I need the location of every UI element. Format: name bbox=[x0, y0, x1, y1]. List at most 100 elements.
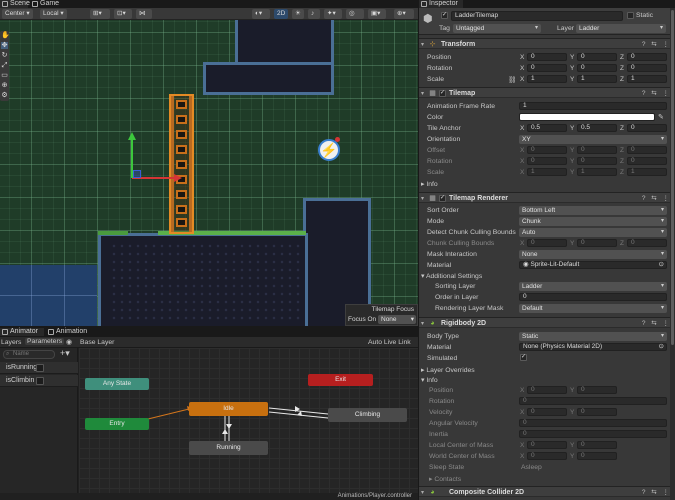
state-any-state[interactable]: Any State bbox=[85, 378, 149, 390]
static-checkbox[interactable] bbox=[627, 12, 634, 19]
object-name-field[interactable]: LadderTilemap bbox=[451, 11, 623, 21]
rigidbody-header[interactable]: ▾ ◕ Rigidbody 2D ? ⇆ ⋮ bbox=[419, 317, 675, 328]
component-menu-icon[interactable]: ? ⇆ ⋮ bbox=[642, 194, 671, 202]
active-checkbox[interactable]: ✓ bbox=[441, 12, 448, 19]
effects-toggle-icon[interactable]: ✦▾ bbox=[324, 9, 342, 19]
tab-game[interactable]: Game bbox=[30, 0, 66, 8]
color-swatch[interactable] bbox=[519, 113, 655, 121]
parameter-row[interactable]: isClimbin bbox=[0, 375, 78, 387]
move-icon[interactable]: ✥ bbox=[1, 42, 8, 49]
sort-order-dropdown[interactable]: Bottom Left ▾ bbox=[519, 206, 667, 215]
parameters-tab[interactable]: Parameters bbox=[25, 338, 65, 345]
anchor-x-field[interactable]: 0.5 bbox=[527, 124, 567, 132]
collapse-arrow-icon[interactable]: ▾ bbox=[421, 320, 424, 327]
mode-2d-button[interactable]: 2D bbox=[274, 9, 288, 19]
position-z-field[interactable]: 0 bbox=[627, 53, 667, 61]
hidden-objects-icon[interactable]: ◎ bbox=[346, 9, 364, 19]
state-exit[interactable]: Exit bbox=[308, 374, 373, 386]
custom-tool-icon[interactable]: ⚙ bbox=[1, 92, 8, 99]
parameter-checkbox[interactable] bbox=[36, 377, 44, 385]
auto-live-link-toggle[interactable]: Auto Live Link bbox=[368, 339, 411, 346]
sorting-layer-dropdown[interactable]: Ladder ▾ bbox=[519, 282, 667, 291]
tab-animator[interactable]: Animator bbox=[0, 328, 44, 336]
rotation-z-field[interactable]: 0 bbox=[627, 64, 667, 72]
orientation-dropdown[interactable]: XY ▾ bbox=[519, 135, 667, 144]
rb-material-field[interactable]: None (Physics Material 2D) ⊙ bbox=[519, 343, 667, 351]
scale-icon[interactable]: ⤢ bbox=[1, 62, 8, 69]
renderer-header[interactable]: ▾ ▦ ✓ Tilemap Renderer ? ⇆ ⋮ bbox=[419, 192, 675, 203]
parameter-checkbox[interactable] bbox=[36, 364, 44, 372]
ruler-button[interactable]: ⋈ bbox=[136, 9, 152, 19]
detect-bounds-dropdown[interactable]: Auto ▾ bbox=[519, 228, 667, 237]
tilemap-enabled-checkbox[interactable]: ✓ bbox=[439, 90, 446, 97]
gizmo-center-handle[interactable] bbox=[133, 170, 141, 178]
object-picker-icon[interactable]: ⊙ bbox=[659, 261, 664, 268]
component-menu-icon[interactable]: ? ⇆ ⋮ bbox=[642, 319, 671, 327]
state-climbing[interactable]: Climbing bbox=[328, 408, 407, 422]
component-menu-icon[interactable]: ? ⇆ ⋮ bbox=[642, 488, 671, 496]
link-icon[interactable]: ⛓ bbox=[508, 76, 517, 84]
mode-dropdown[interactable]: Chunk ▾ bbox=[519, 217, 667, 226]
tilemap-header[interactable]: ▾ ▦ ✓ Tilemap ? ⇆ ⋮ bbox=[419, 87, 675, 98]
tab-animation[interactable]: Animation bbox=[46, 328, 94, 336]
parameter-row[interactable]: isRunning bbox=[0, 362, 78, 374]
tag-dropdown[interactable]: Untagged ▾ bbox=[453, 24, 541, 33]
audio-toggle-icon[interactable]: ♪ bbox=[308, 9, 320, 19]
tab-inspector[interactable]: Inspector bbox=[419, 0, 463, 8]
pivot-local-button[interactable]: Local ▾ bbox=[40, 9, 67, 19]
additional-settings-foldout[interactable]: ▾ Additional Settings bbox=[421, 272, 482, 280]
component-menu-icon[interactable]: ? ⇆ ⋮ bbox=[642, 89, 671, 97]
grid-snap-button[interactable]: ⊞▾ bbox=[90, 9, 110, 19]
collapse-arrow-icon[interactable]: ▾ bbox=[421, 90, 424, 97]
eyedropper-icon[interactable]: ✎ bbox=[658, 113, 664, 121]
transform-icon[interactable]: ⊕ bbox=[1, 82, 8, 89]
tab-scene[interactable]: Scene bbox=[0, 0, 30, 8]
inspector-scroll-thumb[interactable] bbox=[671, 10, 674, 345]
focus-on-dropdown[interactable]: None ▾ bbox=[378, 315, 416, 324]
transform-header[interactable]: ▾ ⊹ Transform ? ⇆ ⋮ bbox=[419, 38, 675, 49]
state-idle[interactable]: Idle bbox=[189, 402, 268, 416]
component-menu-icon[interactable]: ? ⇆ ⋮ bbox=[642, 40, 671, 48]
contacts-foldout[interactable]: ▸ Contacts bbox=[429, 475, 461, 483]
order-in-layer-field[interactable]: 0 bbox=[519, 293, 667, 301]
collapse-arrow-icon[interactable]: ▾ bbox=[421, 489, 424, 496]
renderer-enabled-checkbox[interactable]: ✓ bbox=[439, 195, 446, 202]
lightning-icon[interactable]: ⚡ bbox=[318, 139, 340, 161]
layer-overrides-foldout[interactable]: ▸ Layer Overrides bbox=[421, 366, 475, 374]
gizmo-x-arrow-icon[interactable] bbox=[174, 174, 182, 182]
frame-rate-field[interactable]: 1 bbox=[519, 102, 667, 110]
position-y-field[interactable]: 0 bbox=[577, 53, 617, 61]
body-type-dropdown[interactable]: Static ▾ bbox=[519, 332, 667, 341]
layer-dropdown[interactable]: Ladder ▾ bbox=[576, 24, 666, 33]
rotation-y-field[interactable]: 0 bbox=[577, 64, 617, 72]
rb-info-foldout[interactable]: ▾ Info bbox=[421, 376, 438, 384]
tilemap-info-foldout[interactable]: ▸ Info bbox=[421, 180, 438, 188]
composite-collider-header[interactable]: ▾ ◕ Composite Collider 2D ? ⇆ ⋮ bbox=[419, 486, 675, 497]
state-entry[interactable]: Entry bbox=[85, 418, 149, 430]
position-x-field[interactable]: 0 bbox=[527, 53, 567, 61]
add-parameter-button[interactable]: +▾ bbox=[60, 348, 70, 359]
scale-z-field[interactable]: 1 bbox=[627, 75, 667, 83]
layers-tab[interactable]: Layers bbox=[1, 339, 21, 346]
snap-increment-button[interactable]: ⊡▾ bbox=[114, 9, 132, 19]
gizmo-y-arrow-icon[interactable] bbox=[128, 132, 136, 140]
rotation-x-field[interactable]: 0 bbox=[527, 64, 567, 72]
pivot-center-button[interactable]: Center ▾ bbox=[2, 9, 33, 19]
entry-transition[interactable] bbox=[147, 408, 190, 420]
state-running[interactable]: Running bbox=[189, 441, 268, 455]
state-machine-graph[interactable]: Any State Exit Idle Entry Climbing Runni… bbox=[79, 348, 418, 493]
collapse-arrow-icon[interactable]: ▾ bbox=[421, 195, 424, 202]
param-search-input[interactable]: ⌕ Name bbox=[3, 350, 55, 359]
eye-icon[interactable]: ◉ bbox=[66, 338, 72, 346]
scale-y-field[interactable]: 1 bbox=[577, 75, 617, 83]
base-layer-breadcrumb[interactable]: Base Layer bbox=[80, 339, 114, 346]
mask-interaction-dropdown[interactable]: None ▾ bbox=[519, 250, 667, 259]
scale-x-field[interactable]: 1 bbox=[527, 75, 567, 83]
hand-icon[interactable]: ✋ bbox=[1, 32, 10, 39]
material-field[interactable]: ◉ Sprite-Lit-Default ⊙ bbox=[519, 261, 667, 269]
anchor-z-field[interactable]: 0 bbox=[627, 124, 667, 132]
rotate-icon[interactable]: ↻ bbox=[1, 52, 8, 59]
rect-icon[interactable]: ▭ bbox=[1, 72, 8, 79]
gizmos-button[interactable]: ⊕▾ bbox=[394, 9, 414, 19]
ladder-tilemap[interactable] bbox=[169, 94, 194, 234]
